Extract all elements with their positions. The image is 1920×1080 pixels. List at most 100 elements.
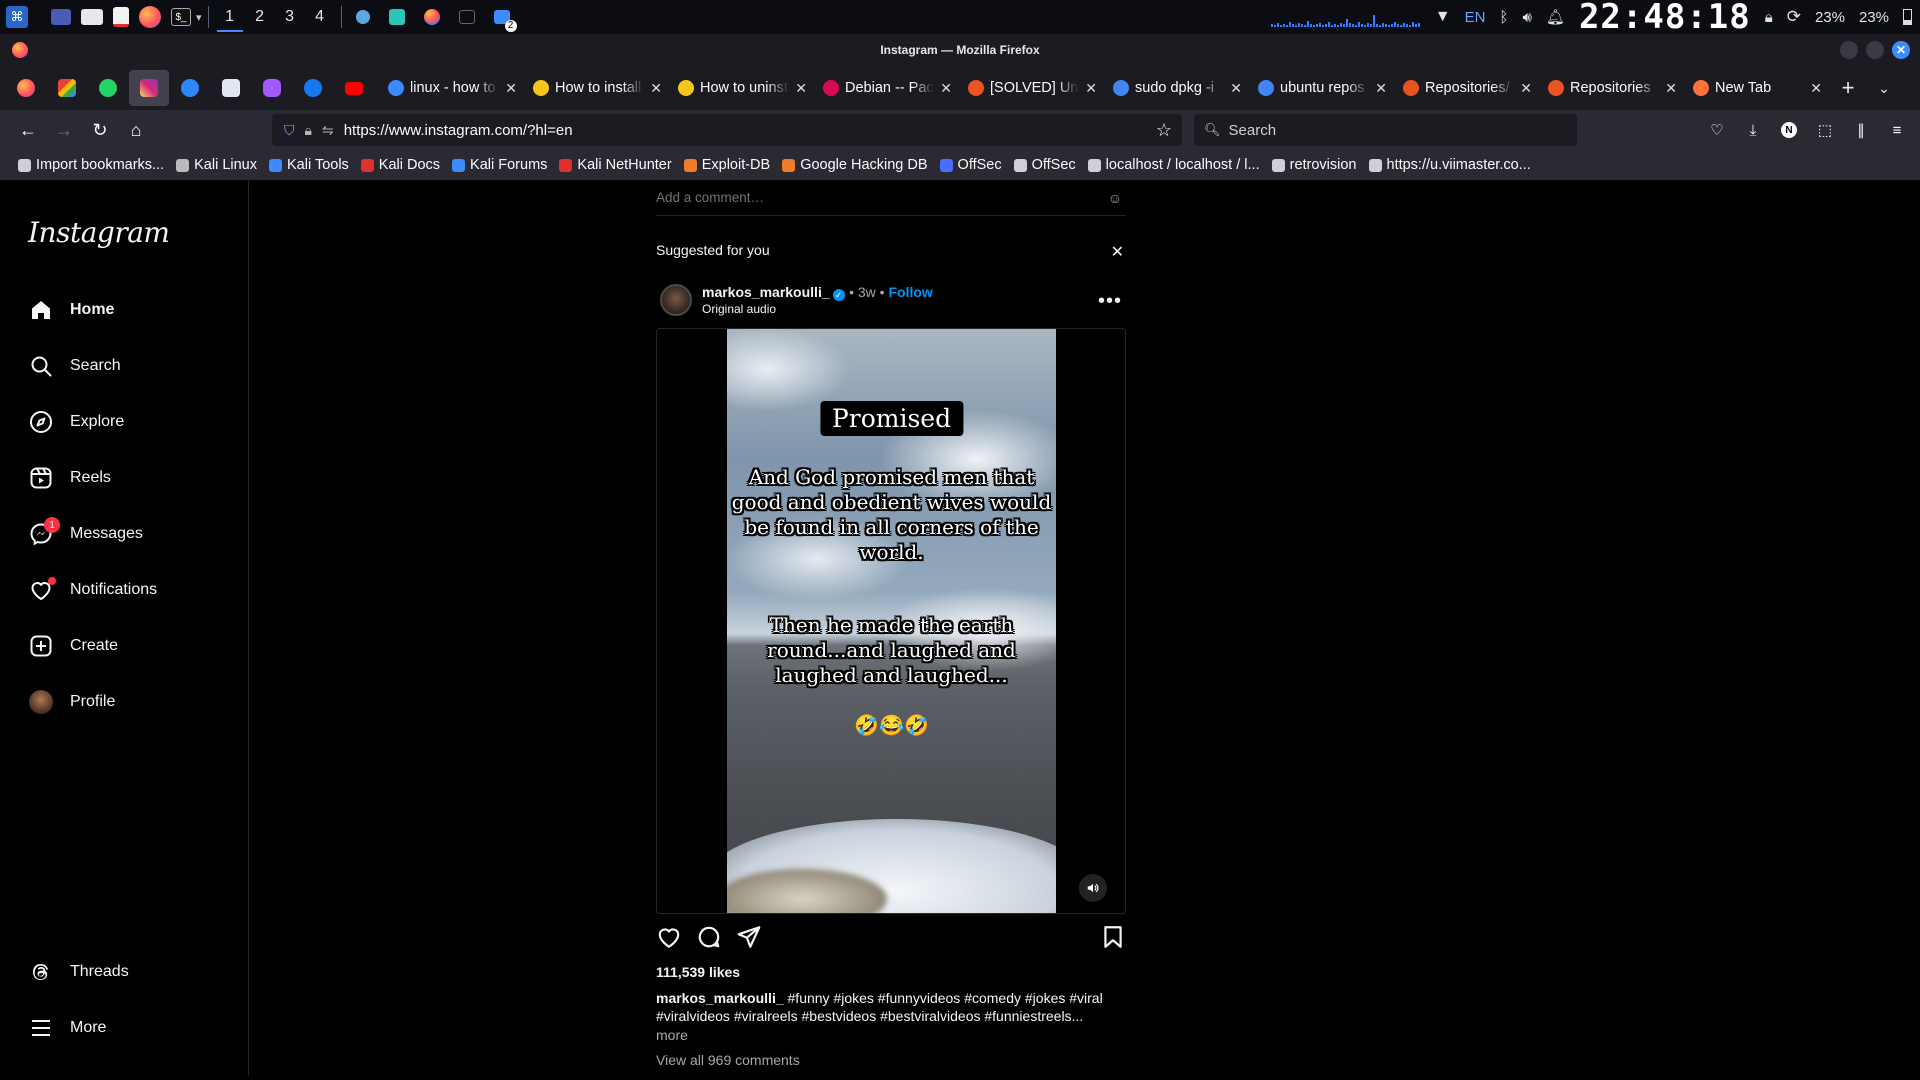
emoji-icon[interactable]: ☺ — [1108, 190, 1122, 206]
mute-toggle-button[interactable] — [1079, 874, 1107, 902]
task-app-icon[interactable] — [355, 10, 370, 24]
nav-create[interactable]: Create — [28, 630, 118, 662]
battery-icon[interactable] — [1903, 9, 1912, 25]
task-window-icon[interactable] — [458, 10, 475, 24]
close-tab-icon[interactable]: ✕ — [1810, 80, 1822, 97]
close-tab-icon[interactable]: ✕ — [1520, 80, 1532, 97]
minimize-button[interactable] — [1840, 41, 1858, 59]
bookmark-item[interactable]: Kali Docs — [360, 157, 440, 173]
tab[interactable]: Repositories/ ✕ — [1395, 70, 1540, 106]
close-tab-icon[interactable]: ✕ — [1230, 80, 1242, 97]
pinned-tab-app[interactable] — [293, 70, 333, 106]
pinned-tab-app[interactable] — [252, 70, 292, 106]
post-username[interactable]: markos_markoulli_ — [702, 284, 830, 300]
bookmark-item[interactable]: OffSec — [1013, 157, 1076, 173]
permissions-icon[interactable]: ⇋ — [322, 122, 334, 139]
bookmark-item[interactable]: OffSec — [939, 157, 1002, 173]
pinned-tab-app[interactable] — [211, 70, 251, 106]
close-tab-icon[interactable]: ✕ — [1665, 80, 1677, 97]
close-tab-icon[interactable]: ✕ — [795, 80, 807, 97]
tab[interactable]: How to uninstall ✕ — [670, 70, 815, 106]
nav-threads[interactable]: Threads — [28, 956, 129, 988]
maximize-button[interactable] — [1866, 41, 1884, 59]
nav-reels[interactable]: Reels — [28, 462, 111, 494]
pocket-icon[interactable]: ♡ — [1704, 114, 1730, 146]
close-window-button[interactable]: ✕ — [1892, 41, 1910, 59]
pinned-tab-instagram[interactable] — [129, 70, 169, 106]
tab[interactable]: ubuntu repos ✕ — [1250, 70, 1395, 106]
file-manager-icon[interactable] — [81, 9, 103, 25]
pinned-tab-messenger[interactable] — [170, 70, 210, 106]
clock[interactable]: 22:48:18 — [1579, 0, 1751, 37]
text-editor-icon[interactable] — [113, 7, 129, 27]
bookmark-item[interactable]: Kali Tools — [269, 157, 349, 173]
downloads-icon[interactable]: ⤓ — [1740, 114, 1766, 146]
post-avatar[interactable] — [660, 284, 692, 316]
workspace-1[interactable]: 1 — [215, 8, 245, 32]
tab[interactable]: Repositories ✕ — [1540, 70, 1685, 106]
forward-button[interactable]: → — [46, 114, 82, 146]
url-text[interactable]: https://www.instagram.com/?hl=en — [344, 122, 1146, 139]
comment-icon[interactable] — [696, 924, 724, 952]
bookmark-item[interactable]: localhost / localhost / l... — [1087, 157, 1260, 173]
kali-menu-icon[interactable]: ⌘ — [6, 6, 28, 28]
tab[interactable]: How to install ✕ — [525, 70, 670, 106]
pinned-tab-youtube[interactable] — [334, 70, 374, 106]
bookmark-item[interactable]: Kali Forums — [452, 157, 547, 173]
new-tab-button[interactable]: + — [1830, 70, 1866, 106]
nav-explore[interactable]: Explore — [28, 406, 124, 438]
bluetooth-icon[interactable]: ᛒ — [1499, 9, 1508, 26]
share-icon[interactable] — [736, 924, 764, 952]
launcher-dropdown-icon[interactable]: ▾ — [196, 11, 202, 24]
workspace-3[interactable]: 3 — [275, 8, 305, 26]
bookmark-item[interactable]: Kali Linux — [176, 157, 257, 173]
keyboard-layout[interactable]: EN — [1465, 9, 1486, 26]
caption-more-link[interactable]: more — [656, 1027, 688, 1043]
post-audio[interactable]: Original audio — [702, 301, 933, 317]
pinned-tab-whatsapp[interactable] — [88, 70, 128, 106]
likes-count[interactable]: 111,539 likes — [656, 964, 740, 980]
terminal-icon[interactable]: $_ — [171, 8, 191, 26]
lock-icon[interactable]: 🔒︎ — [1765, 9, 1773, 26]
search-bar[interactable]: 🔍︎ Search — [1194, 114, 1577, 146]
reload-button[interactable]: ↻ — [82, 114, 118, 146]
nav-more[interactable]: More — [28, 1012, 106, 1044]
tab[interactable]: New Tab ✕ — [1685, 70, 1830, 106]
bookmark-item[interactable]: Google Hacking DB — [782, 157, 928, 173]
workspace-2[interactable]: 2 — [245, 8, 275, 26]
list-all-tabs-button[interactable]: ⌄ — [1866, 70, 1902, 106]
bookmark-item[interactable]: retrovision — [1271, 157, 1357, 173]
like-heart-icon[interactable] — [656, 924, 684, 952]
caption-username[interactable]: markos_markoulli_ — [656, 990, 784, 1006]
follow-button[interactable]: Follow — [888, 284, 932, 300]
task-app-icon[interactable] — [388, 9, 405, 25]
view-all-comments-link[interactable]: View all 969 comments — [656, 1052, 800, 1068]
bell-icon[interactable]: 🔔︎ — [1546, 8, 1565, 26]
home-button[interactable]: ⌂ — [118, 114, 154, 146]
pinned-tab-gmail[interactable] — [47, 70, 87, 106]
pinned-tab-firefox[interactable] — [6, 70, 46, 106]
tab[interactable]: [SOLVED] Unable ✕ — [960, 70, 1105, 106]
nav-home[interactable]: Home — [28, 294, 114, 326]
url-bar[interactable]: ⛉ 🔒︎ ⇋ https://www.instagram.com/?hl=en … — [272, 114, 1182, 146]
save-bookmark-icon[interactable] — [1100, 924, 1128, 952]
account-icon[interactable]: N — [1776, 114, 1802, 146]
wifi-icon[interactable]: ▼ — [1435, 8, 1451, 26]
tab[interactable]: linux - how to ✕ — [380, 70, 525, 106]
show-desktop-icon[interactable] — [51, 9, 71, 25]
back-button[interactable]: ← — [10, 114, 46, 146]
close-tab-icon[interactable]: ✕ — [650, 80, 662, 97]
firefox-launcher-icon[interactable] — [139, 6, 161, 28]
bookmark-star-icon[interactable]: ☆ — [1156, 120, 1172, 141]
reel-video[interactable]: Promised And God promised men that good … — [727, 329, 1056, 913]
library-icon[interactable]: ∥ — [1848, 114, 1874, 146]
more-options-icon[interactable]: ••• — [1098, 290, 1122, 313]
nav-profile[interactable]: Profile — [28, 686, 115, 718]
task-firefox-icon[interactable] — [423, 9, 440, 25]
close-tab-icon[interactable]: ✕ — [1085, 80, 1097, 97]
close-tab-icon[interactable]: ✕ — [505, 80, 517, 97]
nav-notifications[interactable]: Notifications — [28, 574, 157, 606]
close-tab-icon[interactable]: ✕ — [940, 80, 952, 97]
nav-search[interactable]: Search — [28, 350, 121, 382]
shield-icon[interactable]: ⛉ — [284, 122, 295, 139]
